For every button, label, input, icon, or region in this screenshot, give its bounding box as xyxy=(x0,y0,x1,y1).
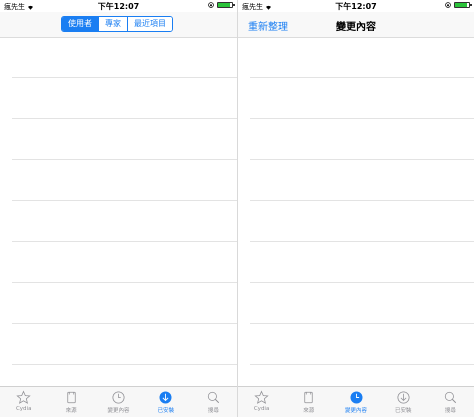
list-row xyxy=(12,283,237,324)
sources-icon xyxy=(304,391,313,404)
tab-installed[interactable]: 已安裝 xyxy=(142,387,189,417)
list-row xyxy=(12,324,237,365)
download-icon xyxy=(159,391,172,404)
battery-icon xyxy=(217,2,235,8)
clock-icon xyxy=(350,391,362,404)
list-row xyxy=(250,119,474,160)
list-row xyxy=(250,37,474,78)
tab-label: Cydia xyxy=(15,406,32,412)
refresh-button[interactable]: 重新整理 xyxy=(248,18,288,33)
list-row xyxy=(250,78,474,119)
tab-label: Cydia xyxy=(253,406,270,412)
list-row xyxy=(12,78,237,119)
tab-bar: Cydia 來源 變更內容 已安裝 搜尋 xyxy=(238,386,474,417)
tab-label: 來源 xyxy=(65,408,77,414)
status-bar: 瘋先生 下午12:07 xyxy=(238,0,474,12)
tab-sources[interactable]: 來源 xyxy=(285,387,332,417)
list-row xyxy=(12,201,237,242)
status-time: 下午12:07 xyxy=(335,2,377,11)
list-row xyxy=(250,201,474,242)
rotation-lock-icon xyxy=(445,2,451,8)
list-row xyxy=(12,160,237,201)
screen-changes: 瘋先生 下午12:07 重新整理 變更內容 Cydia 來源 變更內容 已安裝 … xyxy=(237,0,474,417)
list-row xyxy=(250,242,474,283)
status-time: 下午12:07 xyxy=(97,2,140,11)
tab-changes[interactable]: 變更內容 xyxy=(95,387,142,417)
clock-icon xyxy=(112,391,125,404)
segment-experts[interactable]: 專家 xyxy=(98,17,127,31)
tab-search[interactable]: 搜尋 xyxy=(190,387,237,417)
search-icon xyxy=(444,391,456,404)
tab-label: 變更內容 xyxy=(345,408,368,414)
star-icon xyxy=(16,390,31,404)
star-icon xyxy=(254,390,269,404)
tab-bar: Cydia 來源 變更內容 已安裝 搜尋 xyxy=(0,386,237,417)
tab-sources[interactable]: 來源 xyxy=(47,387,94,417)
segment-recent[interactable]: 最近項目 xyxy=(127,17,172,31)
list-row xyxy=(250,160,474,201)
list-row xyxy=(250,283,474,324)
tab-search[interactable]: 搜尋 xyxy=(427,387,474,417)
list-row xyxy=(250,324,474,365)
tab-label: 搜尋 xyxy=(444,408,456,414)
tab-label: 搜尋 xyxy=(207,408,219,414)
screen-installed: 瘋先生 下午12:07 使用者 專家 最近項目 Cydia 來源 變更內容 已安… xyxy=(0,0,237,417)
package-list xyxy=(0,37,237,365)
list-row xyxy=(12,242,237,283)
tab-label: 來源 xyxy=(303,408,315,414)
navigation-bar: 重新整理 變更內容 xyxy=(238,12,474,38)
segmented-control: 使用者 專家 最近項目 xyxy=(61,16,173,32)
tab-installed[interactable]: 已安裝 xyxy=(380,387,427,417)
rotation-lock-icon xyxy=(208,2,214,8)
status-bar: 瘋先生 下午12:07 xyxy=(0,0,237,12)
tab-label: 變更內容 xyxy=(107,408,130,414)
list-row xyxy=(12,37,237,78)
list-row xyxy=(12,119,237,160)
changes-list xyxy=(238,37,474,365)
tab-changes[interactable]: 變更內容 xyxy=(332,387,379,417)
tab-cydia[interactable]: Cydia xyxy=(238,387,285,417)
download-icon xyxy=(397,391,410,404)
navigation-bar: 使用者 專家 最近項目 xyxy=(0,12,237,38)
battery-icon xyxy=(454,2,472,8)
tab-cydia[interactable]: Cydia xyxy=(0,387,47,417)
tab-label: 已安裝 xyxy=(394,408,412,414)
search-icon xyxy=(207,391,219,404)
sources-icon xyxy=(66,391,76,404)
segment-users[interactable]: 使用者 xyxy=(62,17,98,31)
tab-label: 已安裝 xyxy=(157,408,175,414)
